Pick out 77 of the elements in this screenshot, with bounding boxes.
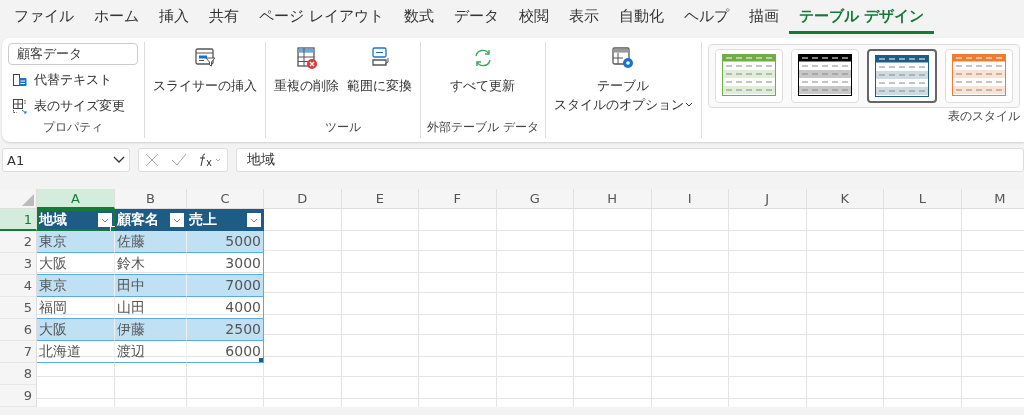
column-header[interactable]: C — [187, 189, 264, 209]
row-header[interactable]: 3 — [0, 253, 37, 275]
table-style-option[interactable] — [866, 49, 937, 103]
column-header[interactable]: F — [419, 189, 497, 209]
ribbon-tab[interactable]: データ — [443, 0, 509, 34]
group-label: 外部テーブル データ — [427, 119, 539, 136]
column-header[interactable]: K — [806, 189, 884, 209]
ribbon-tab[interactable]: ホーム — [84, 0, 149, 34]
group-label: プロパティ — [43, 119, 103, 136]
row-header[interactable]: 7 — [0, 341, 37, 363]
formula-field[interactable]: 地域 — [236, 148, 1024, 172]
column-header[interactable]: M — [961, 189, 1024, 209]
row-header[interactable]: 5 — [0, 297, 37, 319]
table-settings-icon — [611, 46, 636, 70]
ribbon-tab[interactable]: 共有 — [199, 0, 249, 34]
ribbon-button[interactable]: テーブル スタイルのオプション — [551, 42, 695, 138]
row-header[interactable]: 4 — [0, 275, 37, 297]
row-header[interactable]: 1 — [0, 209, 37, 231]
row-header[interactable]: 9 — [0, 385, 37, 407]
table-name-field[interactable]: 顧客データ — [8, 43, 138, 65]
table-header-cell[interactable]: 地域 — [37, 209, 115, 231]
row-header[interactable]: 8 — [0, 363, 37, 385]
table-cell: 佐藤 — [115, 231, 187, 253]
column-header[interactable]: G — [496, 189, 574, 209]
ribbon-button[interactable]: すべて更新 — [448, 42, 518, 119]
table-cell: 6000 — [187, 341, 264, 363]
column-header[interactable]: B — [115, 189, 187, 209]
ribbon-tab[interactable]: 挿入 — [149, 0, 199, 34]
ribbon-tab[interactable]: 描画 — [738, 0, 789, 34]
column-header[interactable]: E — [341, 189, 419, 209]
ribbon-button[interactable]: 範囲に変換 — [345, 42, 414, 119]
column-header[interactable]: D — [264, 189, 342, 209]
ribbon-tab[interactable]: 校閲 — [508, 0, 559, 34]
table-cell: 伊藤 — [115, 319, 187, 341]
ribbon-button[interactable]: 表のサイズ変更 — [8, 95, 129, 117]
ribbon-button[interactable]: 代替テキスト — [8, 69, 116, 91]
table-cell: 5000 — [187, 231, 264, 253]
filter-dropdown-icon[interactable] — [170, 212, 184, 227]
group-label: ツール — [325, 119, 361, 136]
row-header[interactable]: 2 — [0, 231, 37, 253]
table-cell: 北海道 — [37, 341, 115, 363]
ribbon-tab[interactable]: ページ レイアウト — [249, 0, 394, 34]
ribbon-tab[interactable]: 表示 — [558, 0, 609, 34]
row-header[interactable]: 6 — [0, 319, 37, 341]
ribbon-button[interactable]: スライサーの挿入 — [151, 42, 259, 138]
ribbon-button[interactable]: 重複の削除 — [272, 42, 341, 119]
column-header[interactable]: J — [729, 189, 807, 209]
table-cell: 田中 — [115, 275, 187, 297]
table-cell: 2500 — [187, 319, 264, 341]
table-cell: 大阪 — [37, 319, 115, 341]
table-cell: 東京 — [37, 275, 115, 297]
slicer-icon — [193, 46, 217, 70]
ribbon-tab[interactable]: ヘルプ — [673, 0, 739, 34]
column-header[interactable]: I — [651, 189, 729, 209]
table-cell: 東京 — [37, 231, 115, 253]
table-header-cell[interactable]: 売上 — [187, 209, 264, 231]
ribbon-tab[interactable]: 数式 — [393, 0, 444, 34]
resize-icon — [12, 98, 28, 114]
column-header[interactable]: H — [574, 189, 652, 209]
alt-text-icon — [12, 72, 28, 88]
table-cell: 渡辺 — [115, 341, 187, 363]
resize-handle-icon[interactable] — [259, 358, 263, 362]
table-cell: 7000 — [187, 275, 264, 297]
column-header[interactable]: L — [884, 189, 962, 209]
check-icon[interactable] — [171, 153, 187, 167]
filter-dropdown-icon[interactable] — [98, 212, 112, 227]
ribbon-tab[interactable]: 自動化 — [608, 0, 674, 34]
name-box[interactable]: A1 — [2, 148, 130, 172]
chevron-down-icon — [113, 156, 125, 164]
table-header-cell[interactable]: 顧客名 — [115, 209, 187, 231]
group-label: 表のスタイル — [947, 108, 1020, 125]
filter-dropdown-icon[interactable] — [247, 212, 261, 227]
ribbon-tab[interactable]: テーブル デザイン — [788, 0, 934, 34]
column-header[interactable]: A — [37, 189, 115, 209]
ribbon-tab[interactable]: ファイル — [4, 0, 84, 34]
remove-duplicates-icon — [294, 46, 319, 70]
function-icon[interactable] — [199, 153, 221, 167]
